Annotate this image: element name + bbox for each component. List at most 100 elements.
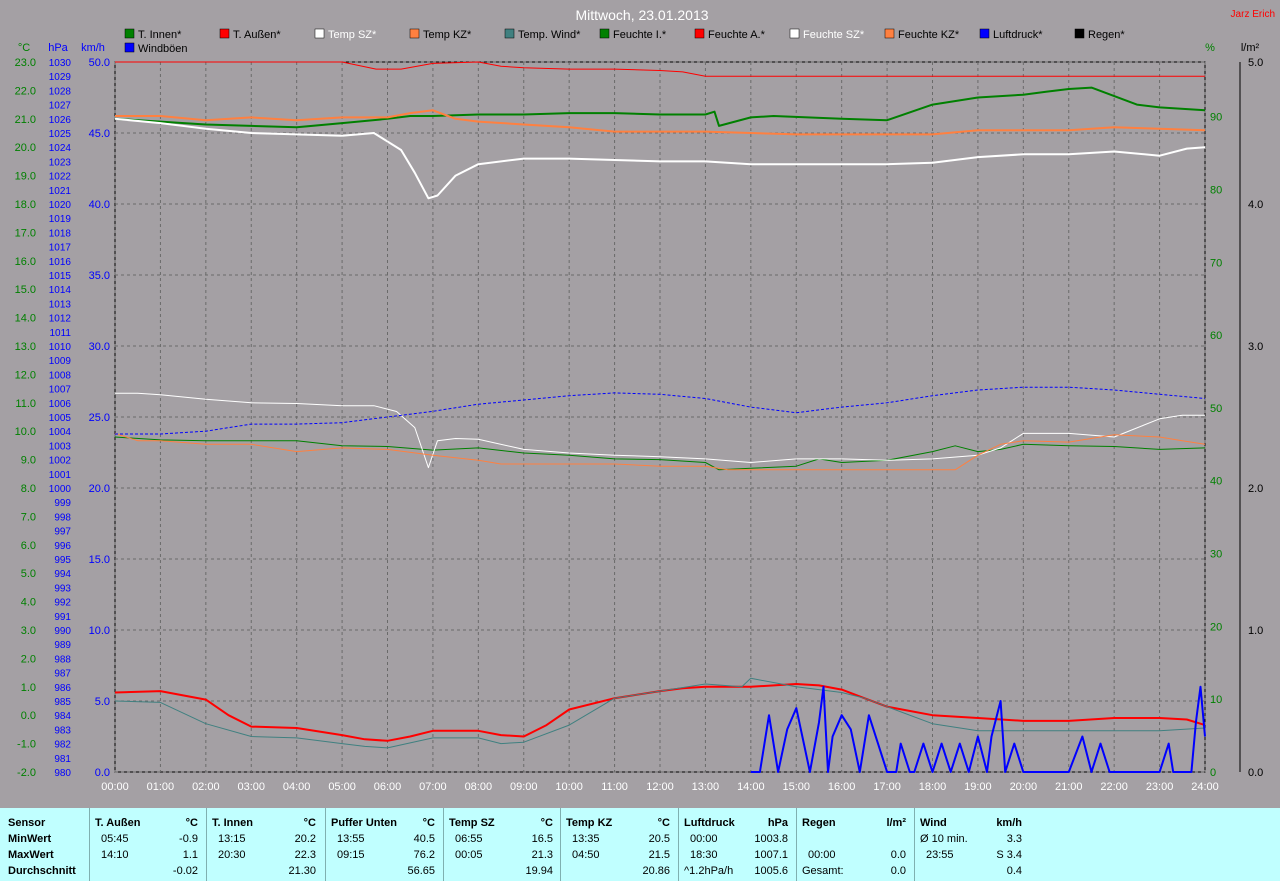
stats-column-divider bbox=[560, 808, 561, 881]
temp-tick-label: 18.0 bbox=[15, 199, 36, 211]
humidity-tick-label: 20 bbox=[1210, 621, 1222, 633]
pressure-tick-label: 986 bbox=[54, 683, 71, 694]
stats-cell-time: 20:30 bbox=[218, 849, 246, 861]
stats-cell-value: 21.5 bbox=[648, 849, 670, 861]
x-tick-label: 24:00 bbox=[1191, 781, 1219, 793]
x-tick-label: 08:00 bbox=[465, 781, 493, 793]
humidity-tick-label: 40 bbox=[1210, 476, 1222, 488]
pressure-tick-label: 998 bbox=[54, 512, 71, 523]
x-tick-label: 09:00 bbox=[510, 781, 538, 793]
stats-cell-time: ^1.2hPa/h bbox=[684, 865, 734, 877]
pressure-tick-label: 1008 bbox=[49, 370, 72, 381]
legend-swatch bbox=[409, 28, 420, 39]
stats-row-label: Durchschnitt bbox=[8, 865, 76, 877]
stats-cell-value: 20.2 bbox=[294, 833, 316, 845]
stats-cell-time: 06:55 bbox=[455, 833, 483, 845]
stats-column-divider bbox=[443, 808, 444, 881]
stats-cell-value: -0.9 bbox=[179, 833, 198, 845]
stats-header: Temp SZ bbox=[449, 817, 495, 829]
stats-cell-value: 76.2 bbox=[413, 849, 435, 861]
pressure-tick-label: 1028 bbox=[49, 86, 72, 97]
temp-tick-label: 4.0 bbox=[21, 597, 36, 609]
stats-cell-value: 20.86 bbox=[642, 865, 670, 877]
pressure-tick-label: 1009 bbox=[49, 356, 72, 367]
pressure-tick-label: 1013 bbox=[49, 299, 72, 310]
pressure-tick-label: 1002 bbox=[49, 456, 72, 467]
stats-header-unit: km/h bbox=[996, 817, 1022, 829]
pressure-tick-label: 992 bbox=[54, 598, 71, 609]
legend-label: Luftdruck* bbox=[993, 29, 1043, 41]
temp-tick-label: 6.0 bbox=[21, 540, 36, 552]
temp-tick-label: 8.0 bbox=[21, 483, 36, 495]
stats-column-divider bbox=[796, 808, 797, 881]
x-tick-label: 03:00 bbox=[237, 781, 265, 793]
temp-tick-label: 3.0 bbox=[21, 625, 36, 637]
legend-swatch bbox=[599, 28, 610, 39]
pressure-tick-label: 1024 bbox=[49, 143, 72, 154]
stats-cell-value: 1.1 bbox=[182, 849, 198, 861]
chart-title: Mittwoch, 23.01.2013 bbox=[575, 7, 708, 23]
temp-tick-label: -2.0 bbox=[17, 767, 36, 779]
stats-header: Regen bbox=[802, 817, 836, 829]
stats-cell-time: 00:05 bbox=[455, 849, 483, 861]
author-label: Jarz Erich bbox=[1231, 9, 1275, 20]
pressure-tick-label: 990 bbox=[54, 626, 71, 637]
x-tick-label: 22:00 bbox=[1100, 781, 1128, 793]
stats-row-label: MaxWert bbox=[8, 849, 54, 861]
temp-tick-label: 16.0 bbox=[15, 256, 36, 268]
stats-cell-value: 1007.1 bbox=[754, 849, 788, 861]
legend-swatch bbox=[124, 28, 135, 39]
stats-cell-time: 13:35 bbox=[572, 833, 600, 845]
stats-cell-value: 0.4 bbox=[1006, 865, 1022, 877]
rain-tick-label: 3.0 bbox=[1248, 341, 1263, 353]
legend-swatch bbox=[789, 28, 800, 39]
chart-axes: 23.0 22.0 21.0 20.0 19.0 18.0 17.0 16.0 15.0 14.0… bbox=[15, 57, 1264, 793]
legend-label: Temp. Wind* bbox=[518, 29, 581, 41]
legend-swatch bbox=[979, 28, 990, 39]
legend-label: Regen* bbox=[1088, 29, 1125, 41]
legend-swatch bbox=[1074, 28, 1085, 39]
temp-tick-label: 12.0 bbox=[15, 369, 36, 381]
pressure-tick-label: 1030 bbox=[49, 58, 72, 69]
stats-cell-value: 1005.6 bbox=[754, 865, 788, 877]
legend-swatch bbox=[124, 42, 135, 53]
pressure-tick-label: 1000 bbox=[49, 484, 72, 495]
stats-cell-time: 14:10 bbox=[101, 849, 129, 861]
temp-tick-label: 23.0 bbox=[15, 57, 36, 69]
legend-swatch bbox=[884, 28, 895, 39]
pressure-tick-label: 993 bbox=[54, 583, 71, 594]
humidity-tick-label: 50 bbox=[1210, 403, 1222, 415]
pressure-tick-label: 1011 bbox=[49, 328, 71, 339]
humidity-tick-label: 80 bbox=[1210, 184, 1222, 196]
temp-tick-label: 13.0 bbox=[15, 341, 36, 353]
pressure-tick-label: 1003 bbox=[49, 441, 72, 452]
stats-cell-value: 0.0 bbox=[890, 865, 906, 877]
temp-tick-label: 5.0 bbox=[21, 568, 36, 580]
x-tick-label: 18:00 bbox=[919, 781, 947, 793]
stats-cell-value: 20.5 bbox=[648, 833, 670, 845]
humidity-axis-unit: % bbox=[1205, 42, 1215, 54]
stats-header-unit: °C bbox=[185, 817, 198, 829]
legend-label: Feuchte A.* bbox=[708, 29, 766, 41]
stats-cell-value: 16.5 bbox=[531, 833, 553, 845]
pressure-tick-label: 982 bbox=[54, 740, 71, 751]
x-tick-label: 02:00 bbox=[192, 781, 220, 793]
stats-cell-value: 40.5 bbox=[413, 833, 435, 845]
x-tick-label: 15:00 bbox=[782, 781, 810, 793]
weather-chart: Mittwoch, 23.01.2013 Jarz Erich °C hPa k… bbox=[15, 7, 1275, 793]
stats-header-unit: °C bbox=[422, 817, 435, 829]
pressure-tick-label: 985 bbox=[54, 697, 71, 708]
x-tick-label: 17:00 bbox=[873, 781, 901, 793]
stats-column-divider bbox=[206, 808, 207, 881]
stats-header: Luftdruck bbox=[684, 817, 735, 829]
legend-label: Feuchte I.* bbox=[613, 29, 667, 41]
stats-header: Wind bbox=[920, 817, 947, 829]
legend-label: Feuchte KZ* bbox=[898, 29, 960, 41]
pressure-tick-label: 1026 bbox=[49, 115, 72, 126]
temp-tick-label: 17.0 bbox=[15, 227, 36, 239]
temp-tick-label: 15.0 bbox=[15, 284, 36, 296]
pressure-tick-label: 1012 bbox=[49, 314, 72, 325]
stats-cell-value: 21.3 bbox=[531, 849, 553, 861]
pressure-tick-label: 1022 bbox=[49, 172, 72, 183]
x-tick-label: 00:00 bbox=[101, 781, 129, 793]
